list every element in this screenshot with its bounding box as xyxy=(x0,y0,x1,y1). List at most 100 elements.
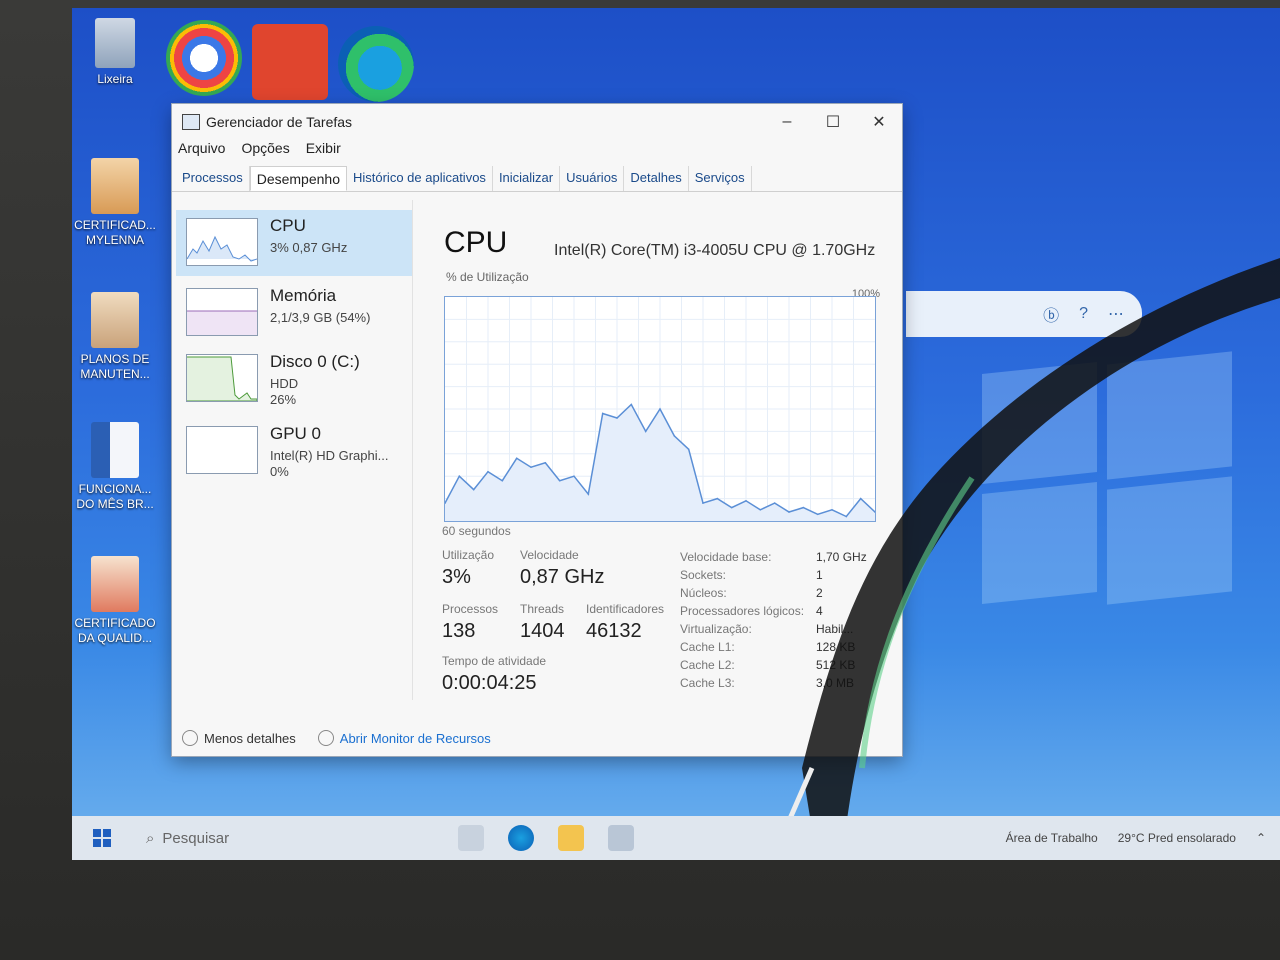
spec-value: 4 xyxy=(816,604,823,618)
cpu-usage-point xyxy=(702,502,704,504)
taskbar-search[interactable]: ⌕ Pesquisar xyxy=(132,816,446,860)
velocidade-label: Velocidade xyxy=(520,548,579,562)
weather-widget[interactable]: 29°C Pred ensolarado xyxy=(1118,831,1236,845)
open-resource-monitor-link[interactable]: Abrir Monitor de Recursos xyxy=(317,730,491,746)
tab-desempenho[interactable]: Desempenho xyxy=(249,166,347,191)
cpu-title: CPU xyxy=(444,226,508,259)
taskbar: ⌕ Pesquisar Área de Trabalho 29°C Pred e… xyxy=(72,816,1280,860)
perf-name: Disco 0 (C:) xyxy=(270,352,360,371)
tab-usuarios[interactable]: Usuários xyxy=(560,166,625,191)
cpu-usage-point xyxy=(759,509,762,511)
cpu-usage-point xyxy=(716,497,719,500)
cpu-usage-point xyxy=(845,515,848,518)
edge-icon[interactable] xyxy=(338,26,414,102)
cpu-thumbnail xyxy=(186,218,258,266)
task-manager-window: Gerenciador de Tarefas – ☐ ✕ Arquivo Opç… xyxy=(172,104,902,756)
menu-exibir[interactable]: Exibir xyxy=(306,140,341,156)
spec-value: 1,70 GHz xyxy=(816,550,867,564)
perf-item-cpu[interactable]: CPU 3% 0,87 GHz xyxy=(176,210,412,276)
edge-taskbar-icon[interactable] xyxy=(508,825,534,851)
cpu-usage-point xyxy=(673,435,676,437)
perf-item-gpu[interactable]: GPU 0 Intel(R) HD Graphi... 0% xyxy=(176,418,412,492)
perf-detail: 3% 0,87 GHz xyxy=(270,240,348,255)
tempo-atividade-value: 0:00:04:25 xyxy=(442,672,537,694)
maximize-button[interactable]: ☐ xyxy=(810,104,856,140)
velocidade-value: 0,87 GHz xyxy=(520,566,605,588)
cpu-usage-point xyxy=(616,417,618,419)
minimize-button[interactable]: – xyxy=(764,104,810,140)
menu-arquivo[interactable]: Arquivo xyxy=(178,140,225,156)
resource-monitor-label: Abrir Monitor de Recursos xyxy=(339,730,491,746)
cpu-usage-point xyxy=(587,493,590,495)
processos-value: 138 xyxy=(442,620,476,642)
desktop-icon-planos[interactable]: PLANOS DE MANUTEN... xyxy=(72,292,158,382)
tab-processos[interactable]: Processos xyxy=(176,166,250,191)
store-icon[interactable] xyxy=(608,825,634,851)
cpu-usage-point xyxy=(802,506,805,509)
perf-detail: 2,1/3,9 GB (54%) xyxy=(270,310,371,325)
task-view-icon[interactable] xyxy=(458,825,484,851)
pdf-icon xyxy=(91,556,139,612)
tab-inicializar[interactable]: Inicializar xyxy=(493,166,561,191)
folder-pdf-icon xyxy=(91,158,139,214)
cpu-usage-point xyxy=(730,506,733,509)
recycle-bin-graphic xyxy=(95,18,135,68)
spec-label: Virtualização: xyxy=(680,622,752,636)
desktop-icon-certificado-mylenna[interactable]: CERTIFICAD... MYLENNA xyxy=(72,158,158,248)
folder-doc-icon xyxy=(91,292,139,348)
tab-servicos[interactable]: Serviços xyxy=(689,166,752,191)
chevron-up-icon[interactable]: ⌃ xyxy=(1256,831,1266,845)
perf-item-memoria[interactable]: Memória 2,1/3,9 GB (54%) xyxy=(176,280,412,346)
recycle-bin-label: Lixeira xyxy=(97,72,133,86)
cpu-usage-point xyxy=(458,475,461,477)
graph-time-label: 60 segundos xyxy=(442,524,511,538)
cpu-usage-point xyxy=(831,509,833,511)
cpu-usage-graph xyxy=(444,296,876,522)
processos-label: Processos xyxy=(442,602,499,616)
cpu-usage-point xyxy=(601,412,604,415)
cpu-usage-point xyxy=(659,408,661,410)
perf-name: GPU 0 xyxy=(270,424,322,443)
desktop-label[interactable]: Área de Trabalho xyxy=(1006,831,1098,845)
windows-wallpaper-logo xyxy=(982,348,1232,605)
tab-historico[interactable]: Histórico de aplicativos xyxy=(347,166,493,191)
less-details-button[interactable]: Menos detalhes xyxy=(182,730,296,746)
tab-detalhes[interactable]: Detalhes xyxy=(624,166,689,191)
cpu-usage-point xyxy=(859,497,862,500)
cpu-usage-point xyxy=(630,403,633,406)
cpu-usage-point xyxy=(544,461,547,464)
cpu-usage-point xyxy=(558,479,561,482)
utilizacao-value: 3% xyxy=(442,566,471,588)
spec-value: Habil... xyxy=(816,622,854,636)
resource-monitor-icon xyxy=(317,730,334,746)
task-manager-icon xyxy=(182,114,200,130)
spec-label: Sockets: xyxy=(680,568,727,582)
spec-label: Cache L1: xyxy=(680,640,735,654)
word-doc-icon xyxy=(91,422,139,478)
desktop-screen: Lixeira CERTIFICAD... MYLENNA PLANOS DE … xyxy=(72,8,1280,860)
recycle-bin-icon[interactable]: Lixeira xyxy=(72,18,158,87)
window-footer: Menos detalhes Abrir Monitor de Recursos xyxy=(182,730,491,746)
start-button[interactable] xyxy=(72,816,132,860)
search-placeholder: Pesquisar xyxy=(162,829,230,847)
file-explorer-icon[interactable] xyxy=(558,825,584,851)
desktop-icon-funcionario[interactable]: FUNCIONA... DO MÊS BR... xyxy=(72,422,158,512)
perf-item-disco[interactable]: Disco 0 (C:) HDD 26% xyxy=(176,346,412,420)
chrome-icon[interactable] xyxy=(166,20,242,96)
anydesk-icon[interactable] xyxy=(252,24,328,100)
desktop-icon-label: FUNCIONA... DO MÊS BR... xyxy=(76,482,154,511)
cpu-usage-point xyxy=(788,511,790,513)
less-details-label: Menos detalhes xyxy=(204,730,296,746)
bing-icon[interactable]: ⓑ xyxy=(1043,302,1059,326)
tempo-atividade-label: Tempo de atividade xyxy=(442,654,547,668)
cpu-usage-chart xyxy=(444,297,876,521)
menu-opcoes[interactable]: Opções xyxy=(241,140,289,156)
window-title: Gerenciador de Tarefas xyxy=(206,114,353,130)
cpu-usage-point xyxy=(487,470,489,473)
close-button[interactable]: ✕ xyxy=(856,104,902,140)
more-icon[interactable]: ⋯ xyxy=(1108,304,1124,324)
help-icon[interactable]: ? xyxy=(1079,305,1088,323)
desktop-icon-certificado-qualidade[interactable]: CERTIFICADO DA QUALID... xyxy=(72,556,158,646)
desktop-icon-label: CERTIFICAD... MYLENNA xyxy=(74,218,156,247)
cpu-usage-point xyxy=(472,488,475,491)
